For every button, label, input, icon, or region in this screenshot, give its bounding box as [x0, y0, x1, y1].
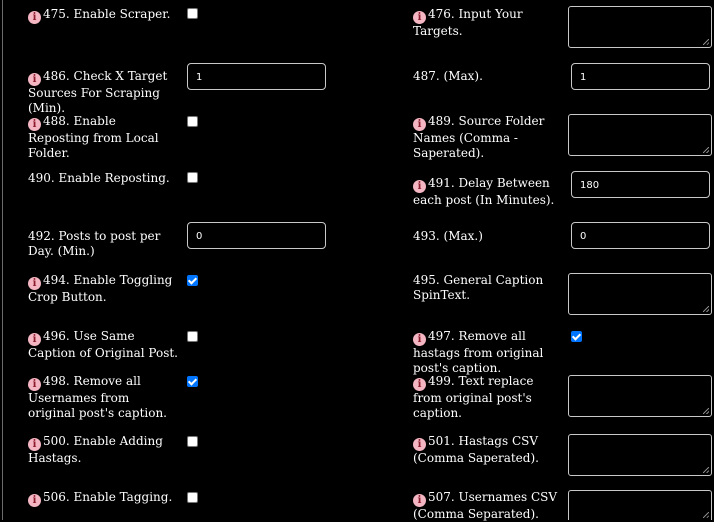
info-icon[interactable]: i: [28, 277, 41, 290]
checkbox-enable-tagging[interactable]: [187, 492, 198, 503]
label-495: 495. General Caption SpinText.: [413, 273, 544, 302]
info-icon[interactable]: i: [28, 378, 41, 391]
label-488: i 488. Enable Reposting from Local Folder…: [28, 114, 159, 160]
info-icon[interactable]: i: [28, 11, 41, 24]
label-475: i 475. Enable Scraper.: [28, 7, 178, 24]
label-492: 492. Posts to post per Day. (Min.): [28, 229, 161, 258]
label-494: i 494. Enable Toggling Crop Button.: [28, 273, 173, 304]
checkbox-enable-reposting[interactable]: [187, 172, 198, 183]
checkbox-remove-hastags[interactable]: [571, 331, 582, 342]
info-icon[interactable]: i: [28, 118, 41, 131]
label-487: 487. (Max).: [413, 69, 483, 83]
left-border-line: [2, 0, 3, 520]
checkbox-reposting-local-folder[interactable]: [187, 116, 198, 127]
label-497: i 497. Remove all hastags from original p…: [413, 329, 544, 375]
textarea-general-caption[interactable]: [568, 273, 712, 315]
label-490: 490. Enable Reposting.: [28, 171, 170, 185]
input-check-sources-min[interactable]: 1: [187, 63, 326, 90]
input-check-sources-max[interactable]: 1: [571, 63, 710, 90]
input-delay-minutes[interactable]: 180: [571, 171, 710, 198]
label-493: 493. (Max.): [413, 229, 483, 243]
textarea-usernames-csv[interactable]: [568, 490, 712, 520]
info-icon[interactable]: i: [413, 333, 426, 346]
checkbox-adding-hastags[interactable]: [187, 436, 198, 447]
textarea-hastags-csv[interactable]: [568, 434, 712, 476]
info-icon[interactable]: i: [413, 494, 426, 507]
checkbox-toggling-crop[interactable]: [187, 275, 198, 286]
label-506: i 506. Enable Tagging.: [28, 490, 178, 507]
textarea-input-targets[interactable]: [568, 6, 712, 48]
label-496: i 496. Use Same Caption of Original Post.: [28, 329, 178, 360]
input-posts-per-day-min[interactable]: 0: [187, 222, 326, 249]
info-icon[interactable]: i: [28, 438, 41, 451]
info-icon[interactable]: i: [413, 118, 426, 131]
info-icon[interactable]: i: [413, 438, 426, 451]
info-icon[interactable]: i: [28, 73, 41, 86]
textarea-source-folder-names[interactable]: [568, 114, 712, 156]
info-icon[interactable]: i: [28, 494, 41, 507]
checkbox-same-caption[interactable]: [187, 331, 198, 342]
label-507: i 507. Usernames CSV (Comma Separated).: [413, 490, 558, 521]
label-486: i 486. Check X Target Sources For Scrapin…: [28, 69, 168, 115]
label-498: i 498. Remove all Usernames from original…: [28, 374, 167, 420]
label-499: i 499. Text replace from original post's …: [413, 374, 534, 420]
input-posts-per-day-max[interactable]: 0: [571, 222, 710, 249]
label-489: i 489. Source Folder Names (Comma - Saper…: [413, 114, 545, 160]
info-icon[interactable]: i: [413, 180, 426, 193]
checkbox-remove-usernames[interactable]: [187, 376, 198, 387]
label-476: i 476. Input Your Targets.: [413, 7, 523, 38]
label-501: i 501. Hastags CSV (Comma Saperated).: [413, 434, 539, 465]
info-icon[interactable]: i: [28, 333, 41, 346]
label-500: i 500. Enable Adding Hastags.: [28, 434, 163, 465]
info-icon[interactable]: i: [413, 378, 426, 391]
info-icon[interactable]: i: [413, 11, 426, 24]
checkbox-enable-scraper[interactable]: [187, 8, 198, 19]
label-491: i 491. Delay Between each post (In Minute…: [413, 176, 555, 207]
textarea-text-replace[interactable]: [568, 375, 712, 417]
